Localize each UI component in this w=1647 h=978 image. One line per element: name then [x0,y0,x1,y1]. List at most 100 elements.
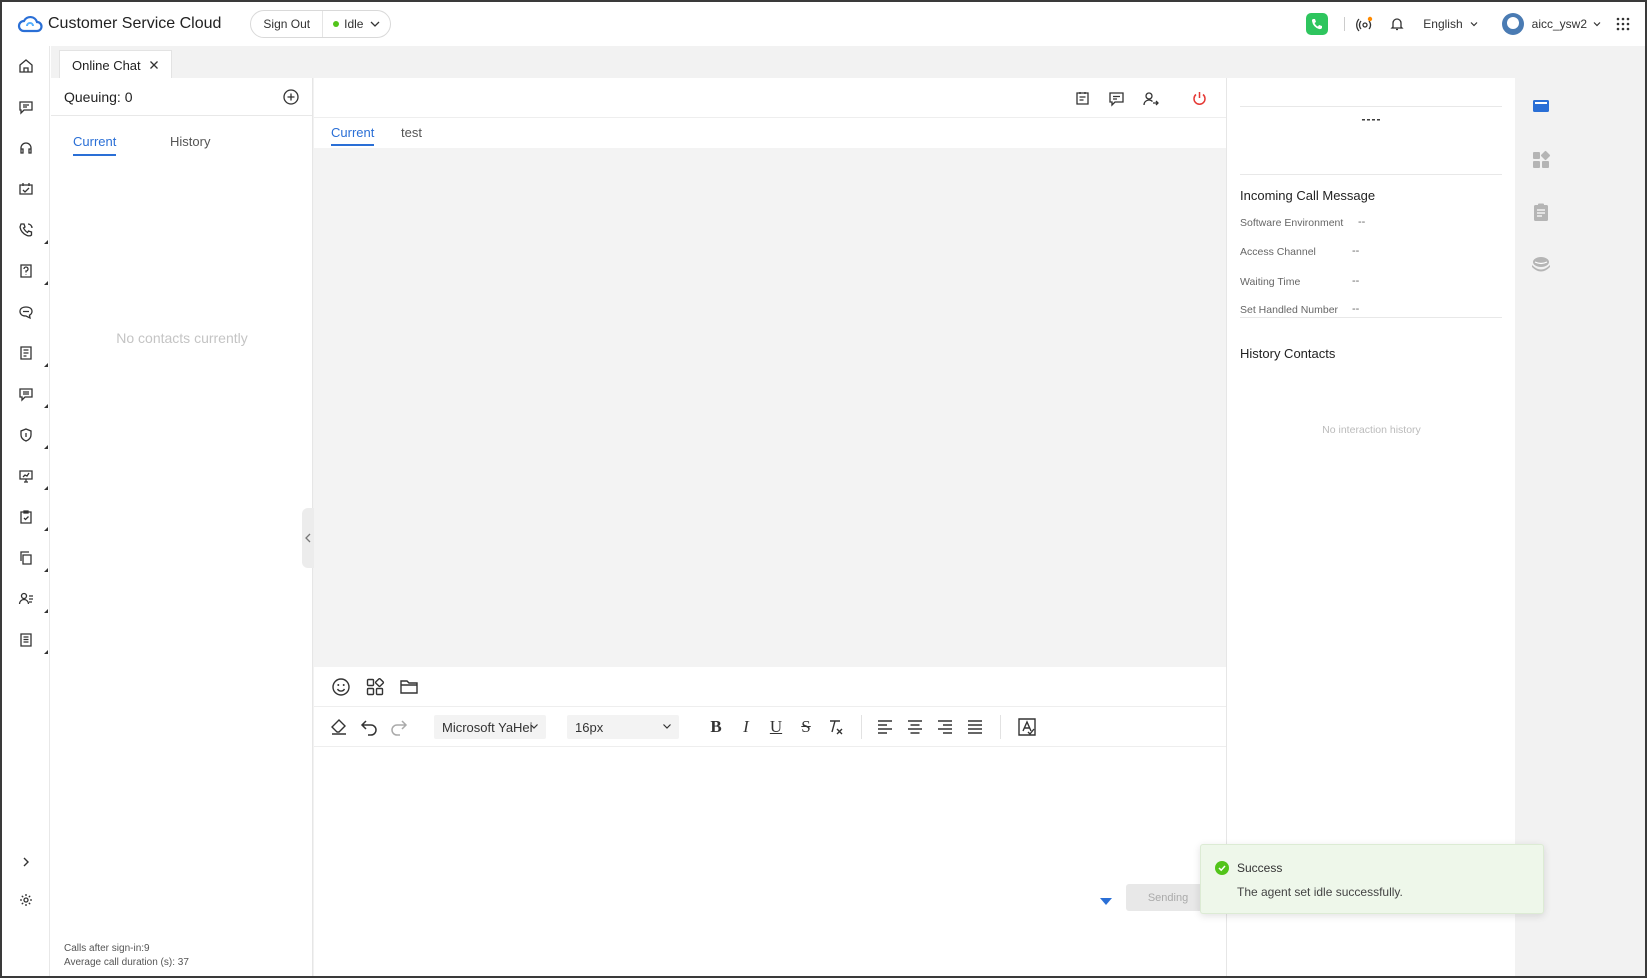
nav-security[interactable] [2,415,50,455]
bell-icon[interactable] [1387,14,1407,34]
justify-icon[interactable] [964,716,986,738]
underline-icon[interactable]: U [765,716,787,738]
close-icon[interactable] [149,60,159,70]
row-label: Set Handled Number [1240,304,1339,316]
nav-home[interactable] [2,46,50,86]
strikethrough-icon[interactable]: S [795,716,817,738]
tab-current[interactable]: Current [73,134,117,156]
undo-icon[interactable] [358,716,380,738]
nav-tasks[interactable] [2,169,50,209]
expand-marker [44,486,48,490]
divider [861,715,862,739]
font-size-select[interactable]: 16px [567,715,679,739]
top-right-tools: English aicc_ysw2 [1306,2,1645,46]
nav-chat[interactable] [2,87,50,127]
app-grid-icon[interactable] [1615,16,1631,32]
username: aicc_ysw2 [1531,17,1587,31]
signal-status-icon[interactable] [1355,14,1375,34]
font-size-value: 16px [575,719,604,735]
question-icon [20,264,32,278]
add-circle-icon[interactable] [282,88,300,106]
calls-after-signin: Calls after sign-in:9 [64,943,150,954]
nav-clipboard[interactable] [2,497,50,537]
italic-icon[interactable]: I [735,716,757,738]
nav-reports[interactable] [2,620,50,660]
customer-card-icon[interactable] [1529,94,1553,118]
chat-toolbar [314,78,1226,118]
attachment-toolbar [314,667,1226,707]
expand-marker [44,568,48,572]
app-title: Customer Service Cloud [48,15,222,32]
nav-headset[interactable] [2,128,50,168]
tab-online-chat[interactable]: Online Chat [59,50,172,79]
spell-check-icon[interactable] [1016,716,1038,738]
nav-docs[interactable] [2,333,50,373]
row-label: Access Channel [1240,246,1316,258]
row-value: -- [1352,245,1360,257]
align-center-icon[interactable] [904,716,926,738]
folder-icon[interactable] [398,676,420,698]
format-toolbar: Microsoft YaHei 16px B I U S [314,707,1226,747]
nav-settings[interactable] [2,880,50,920]
clear-format-icon[interactable] [825,716,847,738]
eraser-icon[interactable] [328,716,350,738]
send-button[interactable]: Sending [1126,884,1210,911]
power-icon[interactable] [1189,88,1209,108]
row-value: -- [1358,216,1366,228]
redo-icon[interactable] [388,716,410,738]
user-menu[interactable]: aicc_ysw2 [1532,17,1603,31]
nav-contacts[interactable] [2,579,50,619]
toast-message: The agent set idle successfully. [1237,885,1403,899]
toast-title: Success [1237,861,1283,875]
send-options-caret-icon[interactable] [1100,898,1112,905]
home-icon [19,59,33,73]
font-family-select[interactable]: Microsoft YaHei [434,715,546,739]
language-selector[interactable]: English [1423,17,1479,31]
monitor-icon [19,470,33,483]
chevron-right-icon [23,857,29,867]
expand-marker [44,240,48,244]
align-left-icon[interactable] [874,716,896,738]
headset-icon [20,142,32,154]
clipboard-list-icon[interactable] [1529,200,1553,224]
nav-help[interactable] [2,251,50,291]
cloud-logo-icon [17,15,43,33]
expand-marker [44,609,48,613]
sign-out-button[interactable]: Sign Out [251,11,324,37]
expand-marker [44,527,48,531]
transfer-user-icon[interactable] [1140,88,1160,108]
chevron-down-icon [663,724,671,729]
row-label: Waiting Time [1240,276,1301,288]
summary-icon[interactable] [1072,88,1092,108]
nav-calls[interactable] [2,210,50,250]
chevron-down-icon [1470,22,1478,27]
chat-panel: Current test Microsoft YaHei 16px B I U … [314,78,1226,976]
bold-icon[interactable]: B [705,716,727,738]
nav-expand[interactable] [2,842,50,882]
nav-comments[interactable] [2,374,50,414]
content-area: Online Chat Queuing: 0 Current History N… [51,46,1645,976]
success-toast: Success The agent set idle successfully. [1200,844,1544,914]
align-right-icon[interactable] [934,716,956,738]
softphone-button[interactable] [1306,13,1329,35]
note-icon[interactable] [1106,88,1126,108]
apps-icon[interactable] [364,676,386,698]
expand-marker [44,445,48,449]
status-dropdown[interactable]: Idle [323,17,390,31]
phone-call-icon [19,223,33,237]
agent-hat-icon[interactable] [1529,252,1553,276]
tab-history[interactable]: History [170,134,210,154]
nav-monitor[interactable] [2,456,50,496]
nav-copies[interactable] [2,538,50,578]
chevron-down-icon [1593,22,1601,27]
nav-messages[interactable] [2,292,50,332]
avatar[interactable] [1501,13,1524,35]
widgets-icon[interactable] [1529,148,1553,172]
row-value: -- [1352,303,1360,315]
chat-tab-current[interactable]: Current [331,125,375,146]
history-empty-message: No interaction history [1322,424,1421,436]
collapse-panel-handle[interactable] [302,508,314,568]
emoji-icon[interactable] [330,676,352,698]
divider [1344,17,1346,31]
chat-tab-test[interactable]: test [401,125,422,144]
